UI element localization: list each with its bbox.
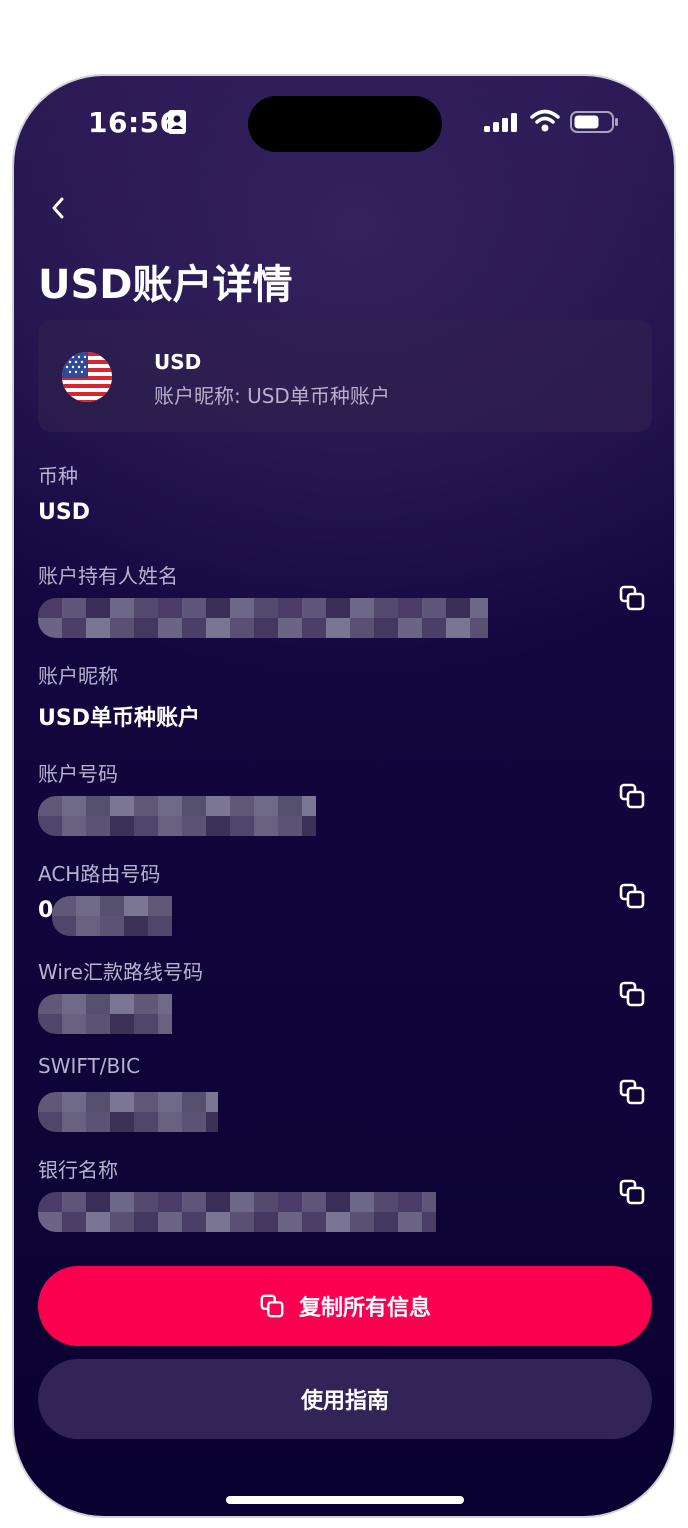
field-currency: 币种 USD <box>38 460 652 544</box>
us-flag-icon <box>62 352 112 402</box>
battery-icon <box>570 111 620 137</box>
redacted-value <box>38 1192 436 1232</box>
field-holder-name: 账户持有人姓名 <box>38 560 652 644</box>
usage-guide-label: 使用指南 <box>300 1389 389 1414</box>
field-swift: SWIFT/BIC <box>38 1054 652 1138</box>
copy-all-button[interactable]: 复制所有信息 <box>38 1266 652 1346</box>
field-value: USD单币种账户 <box>38 706 200 731</box>
back-button[interactable] <box>38 188 78 228</box>
page-title: USD账户详情 <box>38 262 293 308</box>
copy-bank-name-button[interactable] <box>612 1172 652 1212</box>
dynamic-island <box>248 96 442 152</box>
field-label: 币种 <box>38 464 78 488</box>
copy-swift-button[interactable] <box>612 1072 652 1112</box>
redacted-value <box>52 896 172 936</box>
summary-currency-code: USD <box>154 350 202 374</box>
phone-screen: 16:56 USD账户详情 USD 账户昵称: USD单币种账户 币种 USD … <box>12 74 676 1518</box>
redacted-value <box>38 598 488 638</box>
contact-card-icon <box>168 110 186 138</box>
copy-account-number-button[interactable] <box>612 776 652 816</box>
redacted-value <box>38 1092 218 1132</box>
copy-icon <box>619 883 645 909</box>
summary-nickname: 账户昵称: USD单币种账户 <box>154 384 390 408</box>
cellular-signal-icon <box>484 112 520 138</box>
field-ach-routing: ACH路由号码 0 <box>38 858 652 942</box>
copy-icon <box>619 1179 645 1205</box>
field-value-prefix: 0 <box>38 898 54 923</box>
field-account-number: 账户号码 <box>38 758 652 842</box>
field-label: ACH路由号码 <box>38 862 161 886</box>
field-label: 账户持有人姓名 <box>38 564 178 588</box>
copy-icon <box>619 783 645 809</box>
copy-holder-name-button[interactable] <box>612 578 652 618</box>
status-time: 16:56 <box>88 106 180 139</box>
copy-icon <box>619 1079 645 1105</box>
field-bank-name: 银行名称 <box>38 1154 652 1238</box>
copy-icon <box>619 981 645 1007</box>
field-label: 账户号码 <box>38 762 118 786</box>
copy-icon <box>619 585 645 611</box>
field-wire-routing: Wire汇款路线号码 <box>38 956 652 1040</box>
redacted-value <box>38 994 172 1034</box>
field-label: Wire汇款路线号码 <box>38 960 203 984</box>
field-label: SWIFT/BIC <box>38 1054 141 1078</box>
copy-all-label: 复制所有信息 <box>298 1296 431 1321</box>
field-nickname: 账户昵称 USD单币种账户 <box>38 660 652 744</box>
field-label: 银行名称 <box>38 1158 118 1182</box>
wifi-icon <box>530 109 560 137</box>
field-value: USD <box>38 500 90 525</box>
usage-guide-button[interactable]: 使用指南 <box>38 1359 652 1439</box>
chevron-left-icon <box>52 197 64 219</box>
field-label: 账户昵称 <box>38 664 118 688</box>
account-summary-card: USD 账户昵称: USD单币种账户 <box>38 320 652 432</box>
redacted-value <box>38 796 316 836</box>
home-indicator[interactable] <box>226 1496 464 1504</box>
copy-ach-routing-button[interactable] <box>612 876 652 916</box>
copy-icon <box>259 1293 285 1319</box>
copy-wire-routing-button[interactable] <box>612 974 652 1014</box>
